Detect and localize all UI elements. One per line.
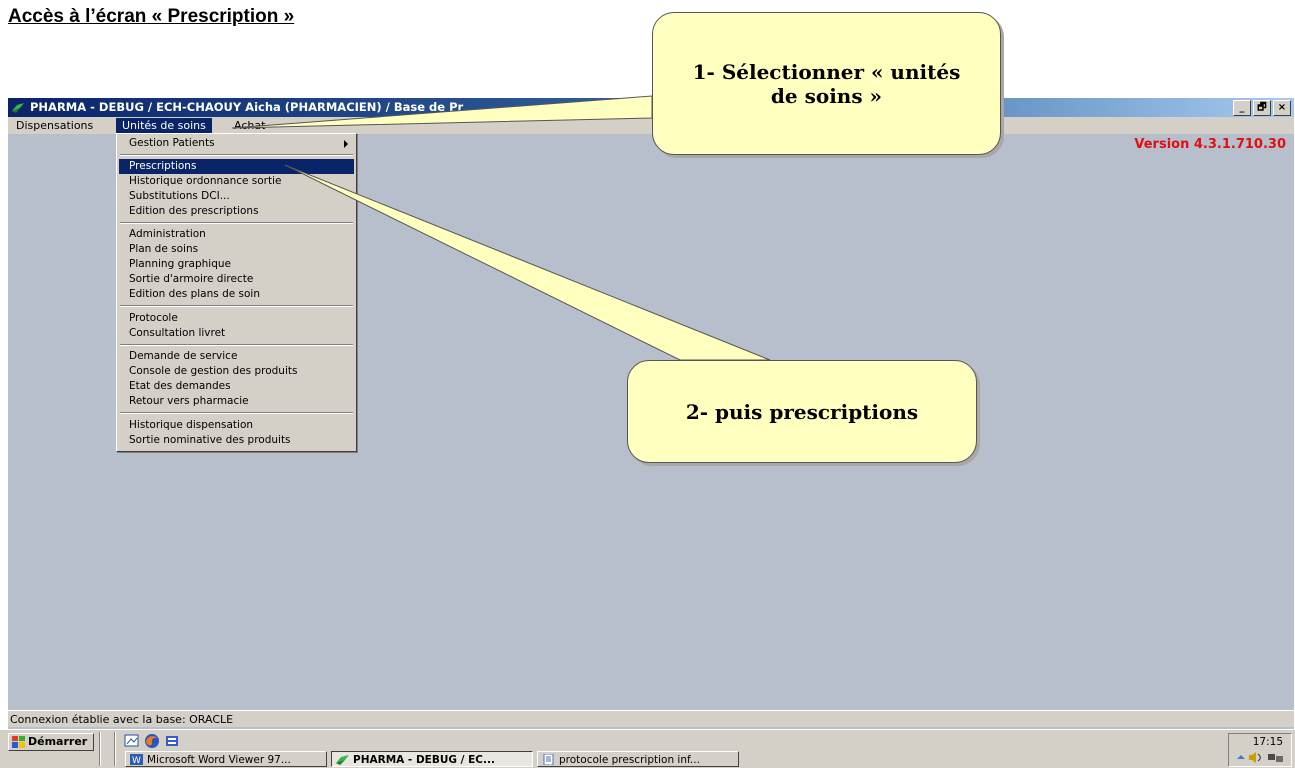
callout-step-1-line-2: de soins » [770,83,883,108]
callout-2-pointer [284,164,771,361]
callout-step-2-text: 2- puis prescriptions [685,399,919,424]
callout-step-1: 1- Sélectionner « unités de soins » [652,12,1001,155]
callout-step-1-line-1: 1- Sélectionner « unités [692,59,961,84]
callout-1-pointer [231,95,653,129]
callout-step-2: 2- puis prescriptions [627,360,977,463]
